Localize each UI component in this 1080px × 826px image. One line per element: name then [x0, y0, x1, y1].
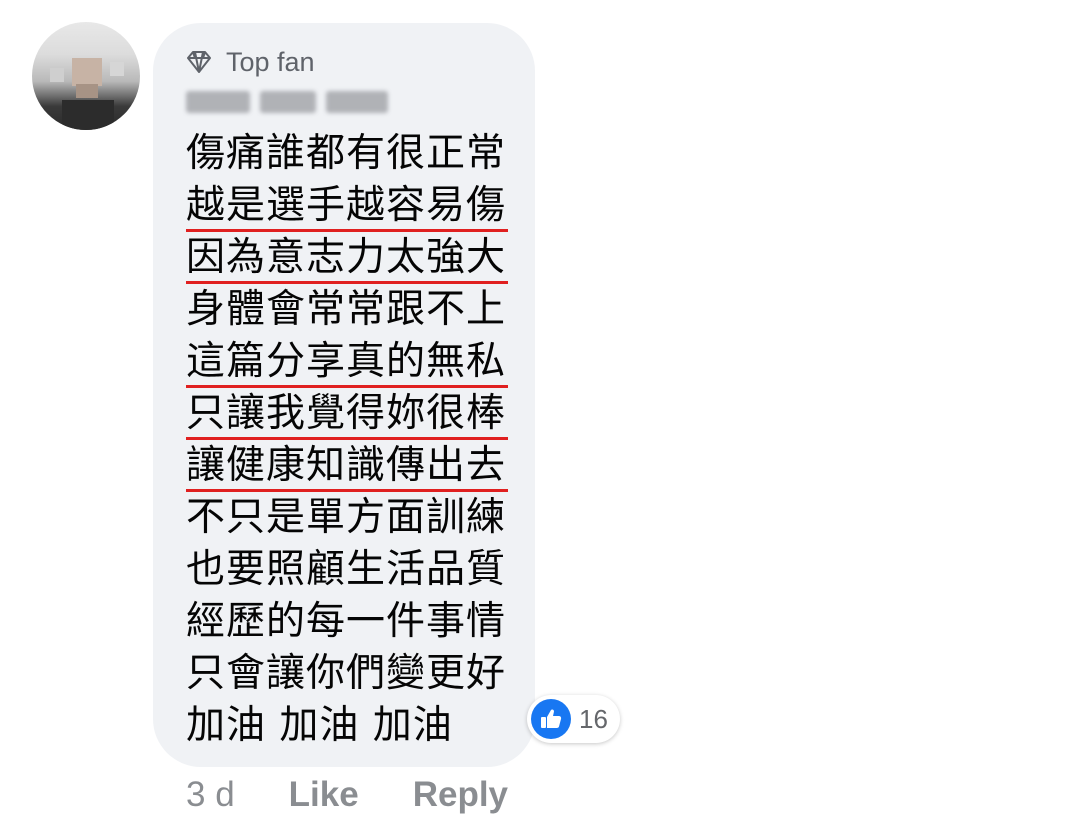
comment-line-8: 不只是單方面訓練 [186, 495, 507, 540]
like-button[interactable]: Like [289, 775, 359, 815]
comment-line-1: 傷痛誰都有很正常 [186, 131, 507, 176]
comment-line-10: 經歷的每一件事情 [186, 599, 507, 644]
comment-line-7: 讓健康知識傳出去 [186, 440, 509, 492]
reaction-summary[interactable]: 16 [527, 695, 620, 743]
comment-line-6: 只讓我覺得妳很棒 [186, 388, 509, 440]
avatar[interactable] [32, 22, 140, 130]
top-fan-label: Top fan [226, 46, 315, 77]
comment-actions: 3 d Like Reply [186, 772, 562, 818]
comment-line-2: 越是選手越容易傷 [186, 180, 509, 232]
top-fan-badge: Top fan [186, 44, 315, 80]
comment-line-3: 因為意志力太強大 [186, 232, 509, 284]
comment-view: Top fan 傷痛誰都有很正常 越是選手越容易傷 因為意志力太強大 身體會常常… [0, 0, 1080, 826]
comment-line-5: 這篇分享真的無私 [186, 336, 509, 388]
author-name-blurred[interactable] [186, 86, 398, 118]
reaction-count: 16 [579, 703, 608, 734]
timestamp[interactable]: 3 d [186, 775, 235, 815]
comment-line-9: 也要照顧生活品質 [186, 547, 507, 592]
thumbs-up-icon [531, 699, 571, 739]
comment-line-11: 只會讓你們變更好 [186, 651, 507, 696]
reply-button[interactable]: Reply [413, 775, 508, 815]
diamond-icon [187, 51, 211, 73]
comment-line-4: 身體會常常跟不上 [186, 287, 507, 332]
comment-line-12: 加油 加油 加油 [186, 703, 453, 748]
